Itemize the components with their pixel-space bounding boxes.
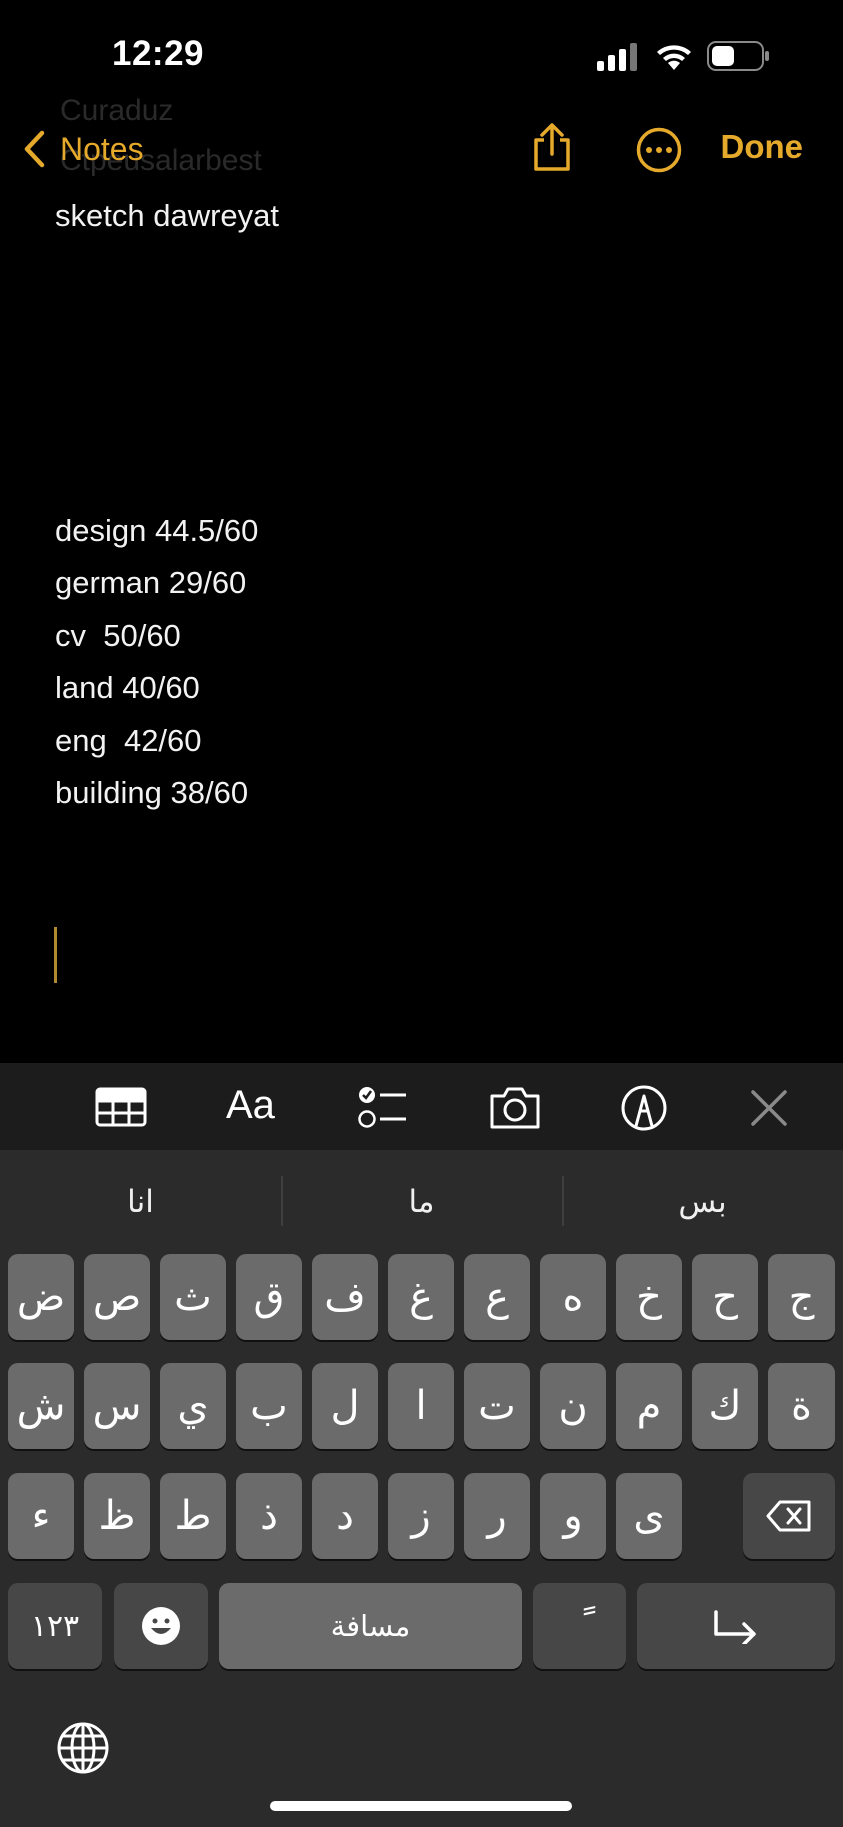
key[interactable]: ا [388,1363,454,1449]
key[interactable]: ث [160,1254,226,1340]
share-icon [534,123,570,171]
table-icon [95,1087,147,1127]
close-toolbar-button[interactable] [750,1089,788,1132]
key[interactable]: ح [692,1254,758,1340]
suggestion-3[interactable]: بس [562,1172,843,1232]
done-button[interactable]: Done [721,128,804,166]
numbers-key[interactable]: ١٢٣ [8,1583,102,1669]
key[interactable]: ط [160,1473,226,1559]
markup-pen-icon [621,1085,667,1131]
key[interactable]: ق [236,1254,302,1340]
faded-title-text: Curaduz [60,94,174,127]
signal-icon [597,43,639,76]
key[interactable]: ل [312,1363,378,1449]
key[interactable]: ت [464,1363,530,1449]
key[interactable]: و [540,1473,606,1559]
key[interactable]: ي [160,1363,226,1449]
text-cursor [54,927,57,983]
note-line-building[interactable]: building 38/60 [55,775,248,811]
key[interactable]: ر [464,1473,530,1559]
note-line-eng[interactable]: eng 42/60 [55,723,202,759]
delete-backspace-icon [766,1500,811,1532]
close-icon [751,1090,787,1126]
key[interactable]: ج [768,1254,835,1340]
key[interactable]: ى [616,1473,682,1559]
note-line-cv[interactable]: cv 50/60 [55,618,181,654]
battery-icon [707,41,771,76]
share-button[interactable] [530,122,574,177]
home-indicator[interactable] [270,1801,572,1811]
table-button[interactable] [95,1087,147,1132]
key[interactable]: س [84,1363,150,1449]
language-globe-button[interactable] [56,1721,110,1780]
camera-button[interactable] [488,1086,542,1135]
delete-key[interactable] [743,1473,835,1559]
key[interactable]: ع [464,1254,530,1340]
ellipsis-circle-icon [636,127,682,173]
key[interactable]: ء [8,1473,74,1559]
key[interactable]: ش [8,1363,74,1449]
more-options-button[interactable] [636,127,682,178]
key[interactable]: ه [540,1254,606,1340]
emoji-key[interactable] [114,1583,208,1669]
emoji-face-icon [142,1607,180,1645]
camera-icon [490,1087,540,1129]
diacritics-key[interactable]: ً [533,1583,626,1669]
key[interactable]: ك [692,1363,758,1449]
globe-icon [57,1722,109,1774]
key[interactable]: ف [312,1254,378,1340]
note-line-design[interactable]: design 44.5/60 [55,513,258,549]
key[interactable]: ن [540,1363,606,1449]
note-line-german[interactable]: german 29/60 [55,565,246,601]
key[interactable]: د [312,1473,378,1559]
key[interactable]: ض [8,1254,74,1340]
return-arrow-icon [714,1610,756,1644]
note-title[interactable]: sketch dawreyat [55,198,279,234]
checklist-button[interactable] [358,1084,408,1135]
back-to-notes-button[interactable]: Notes [22,126,144,172]
key[interactable]: ب [236,1363,302,1449]
markup-button[interactable] [620,1084,668,1137]
format-text-button[interactable]: Aa [226,1083,275,1128]
suggestion-1[interactable]: انا [0,1172,281,1232]
key[interactable]: خ [616,1254,682,1340]
back-label: Notes [60,130,144,167]
key[interactable]: ة [768,1363,835,1449]
space-key[interactable]: مسافة [219,1583,522,1669]
checklist-icon [358,1087,406,1128]
key[interactable]: م [616,1363,682,1449]
return-key[interactable] [637,1583,835,1669]
key[interactable]: ذ [236,1473,302,1559]
key[interactable]: غ [388,1254,454,1340]
suggestion-2[interactable]: ما [281,1172,562,1232]
wifi-icon [655,40,693,75]
key[interactable]: ظ [84,1473,150,1559]
key[interactable]: ص [84,1254,150,1340]
key[interactable]: ز [388,1473,454,1559]
chevron-left-icon [24,130,45,168]
status-time: 12:29 [112,34,205,73]
note-line-land[interactable]: land 40/60 [55,670,200,706]
